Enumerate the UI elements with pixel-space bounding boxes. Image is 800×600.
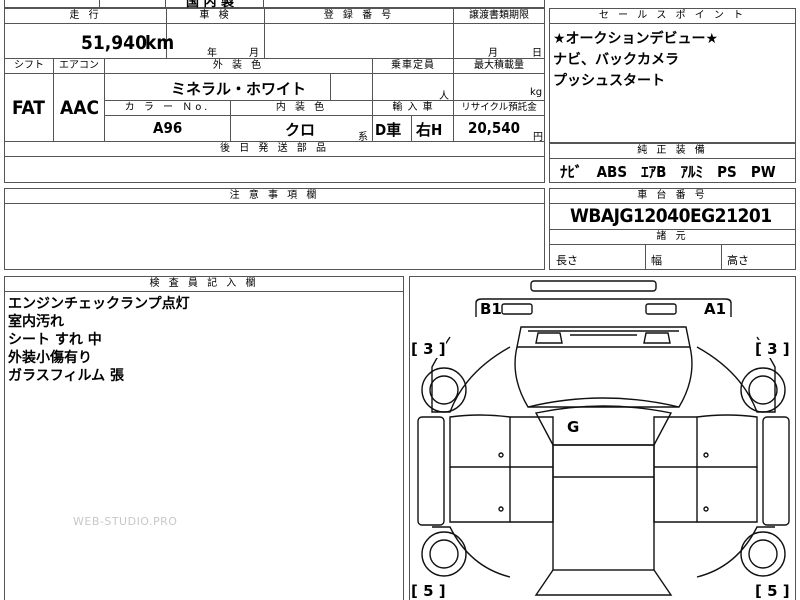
aircon-value: AAC bbox=[60, 97, 100, 119]
caution-box: 注 意 事 項 欄 bbox=[4, 188, 545, 270]
interior-color-header: 内 装 色 bbox=[231, 101, 373, 116]
sales-point-item: ★オークションデビュー★ bbox=[553, 31, 719, 47]
transfer-month: 月 bbox=[488, 48, 498, 59]
transfer-day: 日 bbox=[532, 48, 542, 59]
inspector-box: 検 査 員 記 入 欄 エンジンチェックランプ点灯 室内汚れ シート すれ 中 … bbox=[4, 276, 404, 600]
equipment-header: 純 正 装 備 bbox=[550, 144, 795, 159]
recycle-value: 20,540 bbox=[468, 119, 521, 137]
dimensions-row: 長さ 幅 高さ bbox=[550, 245, 795, 269]
equipment-item: ｱﾙﾐ bbox=[680, 163, 704, 181]
car-diagram-box: B1 A1 G [ 3 ] [ 3 ] [ 5 ] [ 5 ] bbox=[409, 276, 796, 600]
seating-unit: 人 bbox=[439, 91, 449, 102]
interior-color-suffix: 系 bbox=[358, 132, 368, 143]
chassis-header: 車 台 番 号 bbox=[550, 189, 795, 204]
watermark: WEB-STUDIO.PRO bbox=[73, 515, 178, 528]
chassis-box: 車 台 番 号 WBAJG12040EG21201 諸 元 長さ 幅 高さ bbox=[549, 188, 796, 270]
max-load-cell: kg bbox=[454, 74, 544, 101]
steering-value: 右H bbox=[416, 121, 443, 139]
equipment-item: PW bbox=[750, 163, 776, 181]
inspector-note: シート すれ 中 bbox=[8, 332, 102, 348]
main-grid: 走 行 車 検 登 録 番 号 譲渡書類期限 51,940 km 年 月 月 日… bbox=[4, 8, 545, 183]
sales-point-item: プッシュスタート bbox=[553, 73, 665, 89]
inspector-note: エンジンチェックランプ点灯 bbox=[8, 296, 190, 312]
equipment-item: ﾅﾋﾞ bbox=[560, 163, 583, 181]
dimensions-header: 諸 元 bbox=[550, 229, 795, 245]
mark-front-right: [ 3 ] bbox=[755, 340, 790, 358]
aircon-cell: AAC bbox=[54, 74, 105, 142]
exterior-color-value: ミネラル・ホワイト bbox=[171, 80, 307, 98]
shift-cell: FAT bbox=[5, 74, 54, 142]
equipment-list: ﾅﾋﾞ ABS ｴｱB ｱﾙﾐ PS PW bbox=[560, 161, 776, 182]
import-header: 輸 入 車 bbox=[373, 101, 454, 116]
seating-header: 乗車定員 bbox=[373, 59, 454, 74]
equipment-item: ABS bbox=[596, 163, 628, 181]
sales-point-header: セ ー ル ス ポ イ ン ト bbox=[550, 9, 795, 24]
sales-point-list: ★オークションデビュー★ ナビ、バックカメラ プッシュスタート bbox=[553, 29, 718, 92]
chassis-number: WBAJG12040EG21201 bbox=[570, 205, 772, 227]
inspection-year: 年 bbox=[207, 48, 217, 59]
dimension-width: 幅 bbox=[651, 254, 662, 267]
inspector-note: 外装小傷有り bbox=[8, 350, 92, 366]
color-no-value: A96 bbox=[153, 119, 183, 137]
inspector-note: ガラスフィルム 張 bbox=[8, 368, 125, 384]
dimension-height: 高さ bbox=[727, 254, 749, 267]
import-dealer-value: D車 bbox=[375, 121, 402, 139]
transfer-deadline-cell: 月 日 bbox=[454, 24, 544, 59]
equipment-box: 純 正 装 備 ﾅﾋﾞ ABS ｴｱB ｱﾙﾐ PS PW bbox=[549, 143, 796, 183]
exterior-extra-cell bbox=[331, 74, 373, 101]
mark-g: G bbox=[567, 418, 580, 436]
color-no-header: カ ラ ー Ｎo. bbox=[105, 101, 231, 116]
mark-rear-right: [ 5 ] bbox=[755, 582, 790, 600]
top-strip: 国 内 製 bbox=[0, 0, 545, 10]
max-load-unit: kg bbox=[530, 87, 543, 98]
equipment-item: PS bbox=[717, 163, 737, 181]
seating-cell: 人 bbox=[373, 74, 454, 102]
parts-header: 後 日 発 送 部 品 bbox=[5, 142, 544, 157]
registration-header: 登 録 番 号 bbox=[265, 9, 454, 24]
inspector-header: 検 査 員 記 入 欄 bbox=[5, 277, 403, 292]
inspection-month: 月 bbox=[249, 48, 259, 59]
max-load-header: 最大積載量 bbox=[454, 59, 544, 74]
interior-color-value: クロ bbox=[285, 121, 316, 139]
inspection-cell: 年 月 bbox=[167, 24, 265, 59]
inspection-header: 車 検 bbox=[167, 9, 265, 24]
recycle-unit: 円 bbox=[533, 132, 543, 143]
sales-point-box: セ ー ル ス ポ イ ン ト ★オークションデビュー★ ナビ、バックカメラ プ… bbox=[549, 8, 796, 143]
mark-a1: A1 bbox=[704, 300, 727, 318]
transfer-deadline-header: 譲渡書類期限 bbox=[454, 9, 544, 24]
car-diagram bbox=[417, 280, 790, 596]
steering-cell: 右H bbox=[412, 116, 454, 142]
parts-cell bbox=[5, 157, 544, 182]
import-dealer-cell: D車 bbox=[373, 116, 412, 142]
interior-color-cell: クロ 系 bbox=[231, 116, 373, 143]
shift-value: FAT bbox=[12, 97, 45, 119]
inspector-notes: エンジンチェックランプ点灯 室内汚れ シート すれ 中 外装小傷有り ガラスフィ… bbox=[8, 295, 190, 385]
mileage-cell: 51,940 km bbox=[5, 24, 174, 59]
registration-cell bbox=[265, 24, 454, 59]
exterior-color-cell: ミネラル・ホワイト bbox=[105, 74, 331, 101]
caution-header: 注 意 事 項 欄 bbox=[5, 189, 544, 204]
exterior-color-header: 外 装 色 bbox=[105, 59, 373, 74]
equipment-item: ｴｱB bbox=[641, 163, 667, 181]
aircon-header: エアコン bbox=[54, 59, 105, 74]
inspector-note: 室内汚れ bbox=[8, 314, 64, 330]
mileage-value: 51,940 bbox=[81, 32, 147, 54]
mark-b1: B1 bbox=[480, 300, 502, 318]
color-no-cell: A96 bbox=[105, 116, 231, 142]
recycle-cell: 20,540 円 bbox=[454, 116, 544, 143]
mileage-header: 走 行 bbox=[5, 9, 167, 24]
dimension-length: 長さ bbox=[556, 254, 578, 267]
sales-point-item: ナビ、バックカメラ bbox=[553, 52, 679, 68]
mark-rear-left: [ 5 ] bbox=[411, 582, 446, 600]
recycle-header: リサイクル預託金 bbox=[454, 101, 544, 116]
mark-front-left: [ 3 ] bbox=[411, 340, 446, 358]
shift-header: シフト bbox=[5, 59, 54, 74]
